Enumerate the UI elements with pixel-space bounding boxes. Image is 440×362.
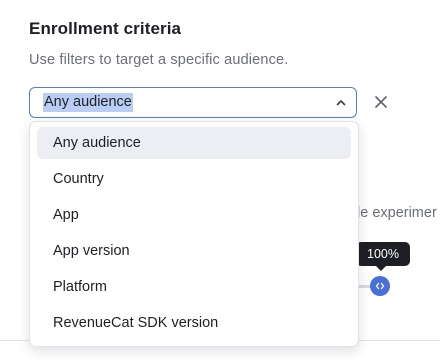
audience-select-value[interactable]: Any audience (43, 93, 133, 112)
option-app-version[interactable]: App version (37, 235, 351, 267)
slider-thumb[interactable] (370, 276, 390, 296)
background-partial-text: le experimer (357, 205, 437, 221)
section-subtitle: Use filters to target a specific audienc… (29, 52, 289, 68)
option-app[interactable]: App (37, 199, 351, 231)
audience-select[interactable]: Any audience (29, 87, 357, 118)
code-brackets-icon (375, 282, 385, 290)
option-any-audience[interactable]: Any audience (37, 127, 351, 159)
option-revenuecat-sdk-version[interactable]: RevenueCat SDK version (37, 307, 351, 339)
slider-tooltip: 100% (356, 242, 410, 271)
close-icon[interactable] (373, 94, 389, 110)
chevron-up-icon[interactable] (335, 97, 347, 109)
audience-dropdown-menu: Any audience Country App App version Pla… (29, 121, 359, 347)
option-country[interactable]: Country (37, 163, 351, 195)
section-title: Enrollment criteria (29, 19, 182, 38)
option-platform[interactable]: Platform (37, 271, 351, 303)
enrollment-page: Enrollment criteria Use filters to targe… (0, 0, 440, 362)
